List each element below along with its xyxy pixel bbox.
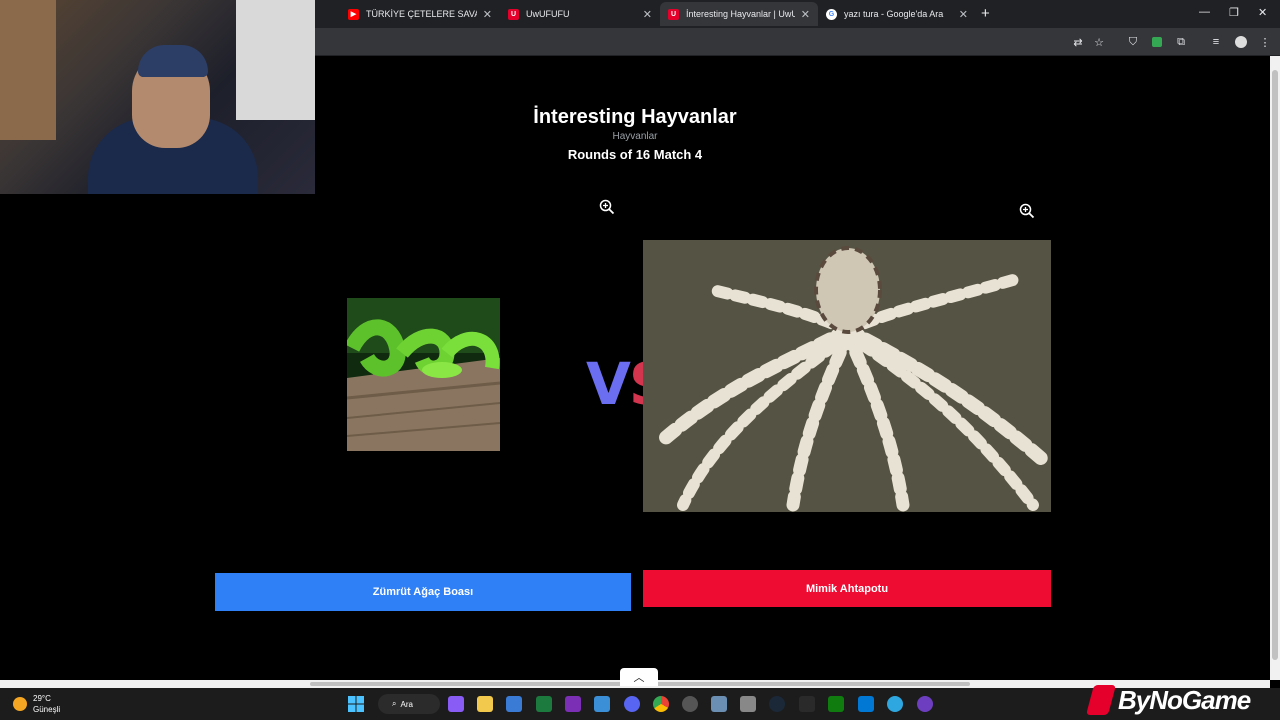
webcam-overlay <box>0 0 315 194</box>
xbox-icon[interactable] <box>828 696 844 712</box>
close-window-icon[interactable]: ✕ <box>1258 6 1267 19</box>
restore-icon[interactable]: ❐ <box>1229 6 1239 19</box>
round-info: Rounds of 16 Match 4 <box>567 147 703 162</box>
close-tab-icon[interactable]: ✕ <box>959 8 968 21</box>
profile-avatar-icon[interactable] <box>1234 35 1248 49</box>
tab-title: UwUFUFU <box>526 9 570 19</box>
zoom-in-right-icon[interactable] <box>1019 203 1035 219</box>
app-icon[interactable] <box>887 696 903 712</box>
windows-start-icon[interactable] <box>348 696 364 712</box>
bynogame-logo: ByNoGame <box>1085 680 1280 720</box>
translate-icon[interactable]: ⇄ <box>1071 35 1085 49</box>
uwufufu-icon: U <box>668 8 679 20</box>
store-icon[interactable] <box>506 696 522 712</box>
tab-title: TÜRKİYE ÇETELERE SAVAŞ AÇTI <box>366 9 477 19</box>
weather-description[interactable]: Güneşli <box>33 705 60 714</box>
tab-title: yazı tura - Google'da Ara <box>844 9 944 19</box>
excel-icon[interactable] <box>536 696 552 712</box>
bookmark-star-icon[interactable]: ☆ <box>1092 35 1106 49</box>
search-icon: ⌕ <box>392 699 397 708</box>
uwufufu-icon: U <box>508 8 519 20</box>
cortana-icon[interactable] <box>917 696 933 712</box>
obs-icon[interactable] <box>682 696 698 712</box>
choose-left-button[interactable]: Zümrüt Ağaç Boası <box>215 573 631 611</box>
tab-youtube[interactable]: ▶ TÜRKİYE ÇETELERE SAVAŞ AÇTI ✕ <box>340 2 500 26</box>
notepad-icon[interactable] <box>594 696 610 712</box>
tab-google[interactable]: G yazı tura - Google'da Ara ✕ <box>818 2 976 26</box>
close-tab-icon[interactable]: ✕ <box>643 8 652 21</box>
sun-icon[interactable] <box>13 697 27 711</box>
extensions-puzzle-icon[interactable]: ⧉ <box>1174 35 1188 49</box>
discord-icon[interactable] <box>624 696 640 712</box>
close-tab-icon[interactable]: ✕ <box>801 8 810 21</box>
new-tab-button[interactable]: + <box>981 5 990 22</box>
right-choice-image[interactable] <box>643 240 1051 512</box>
page-title: İnteresting Hayvanlar <box>533 106 737 128</box>
chrome-icon[interactable] <box>653 696 669 712</box>
ea-app-icon[interactable] <box>858 696 874 712</box>
zoom-in-left-icon[interactable] <box>599 199 615 215</box>
shield-icon[interactable]: ⛉ <box>1126 35 1140 49</box>
calculator-icon[interactable] <box>711 696 727 712</box>
tab-uwufufu[interactable]: U UwUFUFU ✕ <box>500 2 660 26</box>
choose-right-button[interactable]: Mimik Ahtapotu <box>643 570 1051 607</box>
vertical-scroll-thumb[interactable] <box>1272 70 1278 660</box>
copilot-icon[interactable] <box>448 696 464 712</box>
google-icon: G <box>826 8 837 20</box>
taskbar-search[interactable]: ⌕ Ara <box>378 694 440 714</box>
tab-active-uwufufu[interactable]: U İnteresting Hayvanlar | UwUFUFU ✕ <box>660 2 818 26</box>
weather-temperature[interactable]: 29°C <box>33 694 51 703</box>
onenote-icon[interactable] <box>565 696 581 712</box>
minimize-icon[interactable]: — <box>1199 6 1210 18</box>
category-label: Hayvanlar <box>612 131 658 142</box>
bynogame-mark-icon <box>1085 685 1117 715</box>
close-tab-icon[interactable]: ✕ <box>483 8 492 21</box>
media-control-icon[interactable]: ≡ <box>1209 35 1223 49</box>
youtube-icon: ▶ <box>348 8 359 20</box>
steam-icon[interactable] <box>769 696 785 712</box>
scroll-to-top-button[interactable]: ︿ <box>620 668 658 686</box>
browser-menu-icon[interactable]: ⋮ <box>1258 35 1272 49</box>
file-explorer-icon[interactable] <box>477 696 493 712</box>
left-choice-image[interactable] <box>347 298 500 451</box>
extension-green-icon[interactable] <box>1150 35 1164 49</box>
tab-title: İnteresting Hayvanlar | UwUFUFU <box>686 9 795 19</box>
snipping-tool-icon[interactable] <box>740 696 756 712</box>
screen: ▶ TÜRKİYE ÇETELERE SAVAŞ AÇTI ✕ U UwUFUF… <box>0 0 1280 720</box>
epic-games-icon[interactable] <box>799 696 815 712</box>
search-label: Ara <box>400 699 413 709</box>
